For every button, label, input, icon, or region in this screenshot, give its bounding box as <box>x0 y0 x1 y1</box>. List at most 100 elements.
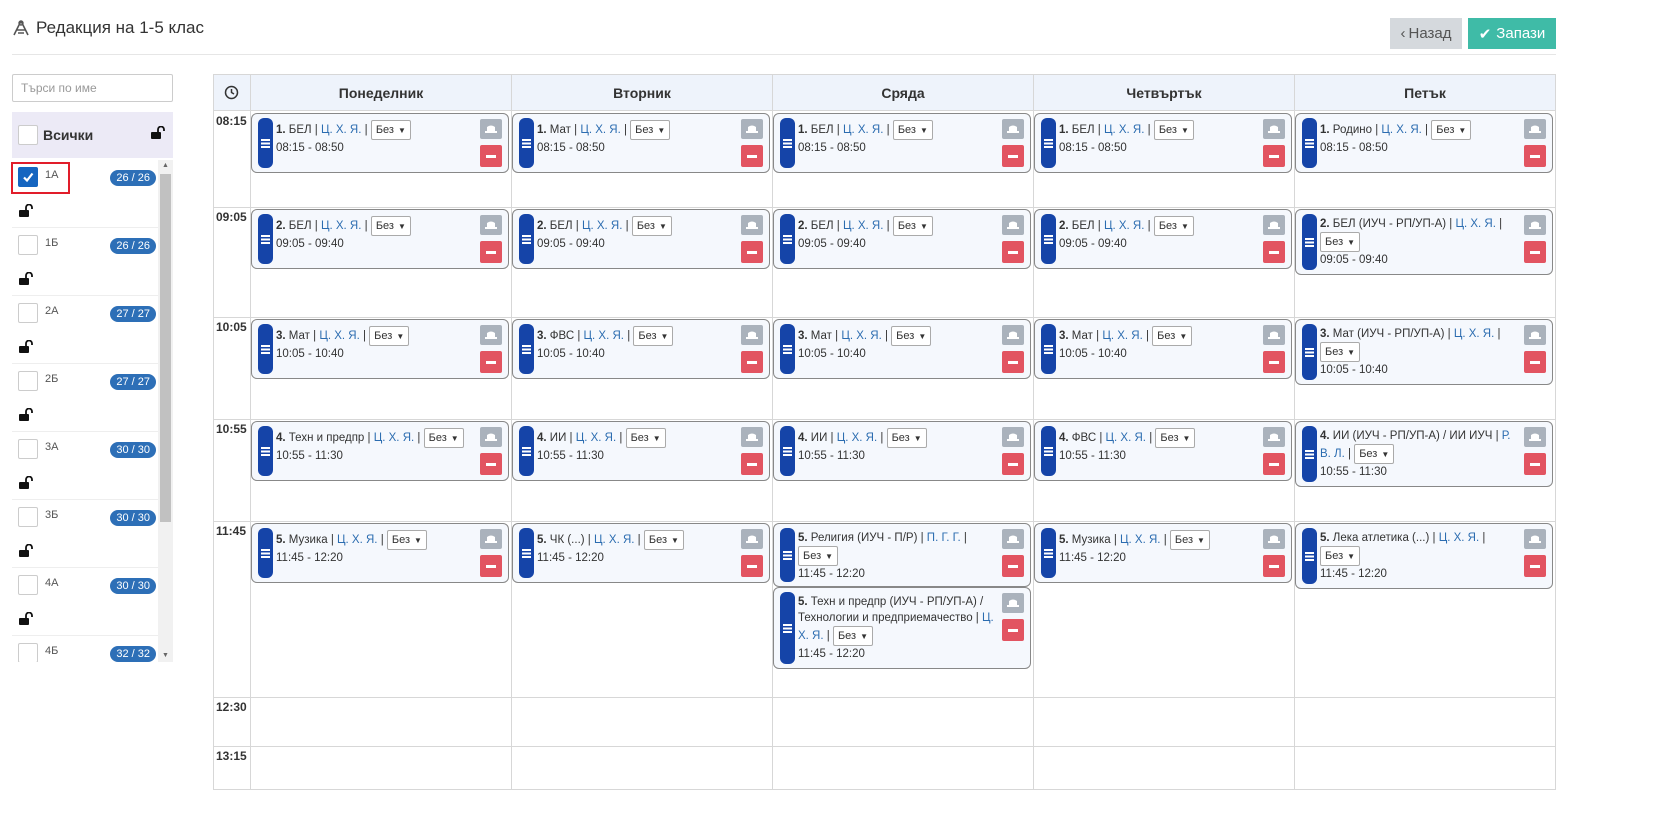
drag-handle[interactable] <box>1041 118 1056 168</box>
class-checkbox[interactable] <box>18 303 38 323</box>
teacher-hat-button[interactable] <box>741 119 763 139</box>
remove-lesson-button[interactable] <box>1263 351 1285 373</box>
lesson-card[interactable]: 3. ФВС | Ц. Х. Я. | Без ▼ 10:05 - 10:40 <box>512 319 770 379</box>
room-select[interactable]: Без ▼ <box>1431 120 1472 140</box>
teacher-hat-button[interactable] <box>480 325 502 345</box>
lesson-teacher-link[interactable]: Ц. Х. Я. <box>837 432 877 444</box>
lesson-teacher-link[interactable]: Ц. Х. Я. <box>1106 432 1146 444</box>
lesson-card[interactable]: 5. ЧК (...) | Ц. Х. Я. | Без ▼ 11:45 - 12:… <box>512 523 770 583</box>
room-select[interactable]: Без ▼ <box>643 530 684 550</box>
remove-lesson-button[interactable] <box>1002 453 1024 475</box>
remove-lesson-button[interactable] <box>1524 241 1546 263</box>
lesson-card[interactable]: 1. БЕЛ | Ц. Х. Я. | Без ▼ 08:15 - 08:50 <box>1034 113 1292 173</box>
room-select[interactable]: Без ▼ <box>633 326 674 346</box>
lesson-teacher-link[interactable]: Ц. Х. Я. <box>337 534 377 546</box>
room-select[interactable]: Без ▼ <box>1153 120 1194 140</box>
remove-lesson-button[interactable] <box>1263 453 1285 475</box>
teacher-hat-button[interactable] <box>480 427 502 447</box>
drag-handle[interactable] <box>258 426 273 476</box>
class-item[interactable]: 1Б 26 / 26 <box>12 228 158 296</box>
teacher-hat-button[interactable] <box>741 427 763 447</box>
select-all-row[interactable]: Всички <box>12 112 173 158</box>
lesson-teacher-link[interactable]: Ц. Х. Я. <box>1104 220 1144 232</box>
room-select[interactable]: Без ▼ <box>1354 444 1395 464</box>
lesson-teacher-link[interactable]: Ц. Х. Я. <box>594 534 634 546</box>
room-select[interactable]: Без ▼ <box>1320 342 1361 362</box>
lesson-card[interactable]: 1. Мат | Ц. Х. Я. | Без ▼ 08:15 - 08:50 <box>512 113 770 173</box>
teacher-hat-button[interactable] <box>1524 119 1546 139</box>
drag-handle[interactable] <box>1041 426 1056 476</box>
drag-handle[interactable] <box>780 214 795 264</box>
remove-lesson-button[interactable] <box>1002 145 1024 167</box>
teacher-hat-button[interactable] <box>480 529 502 549</box>
lesson-teacher-link[interactable]: Ц. Х. Я. <box>374 432 414 444</box>
drag-handle[interactable] <box>258 118 273 168</box>
lesson-card[interactable]: 5. Техн и предпр (ИУЧ - РП/УП-А) / Техно… <box>773 587 1031 669</box>
drag-handle[interactable] <box>519 426 534 476</box>
lesson-card[interactable]: 5. Музика | Ц. Х. Я. | Без ▼ 11:45 - 12:20 <box>1034 523 1292 583</box>
lesson-card[interactable]: 5. Музика | Ц. Х. Я. | Без ▼ 11:45 - 12:20 <box>251 523 509 583</box>
room-select[interactable]: Без ▼ <box>892 120 933 140</box>
teacher-hat-button[interactable] <box>1263 325 1285 345</box>
lesson-card[interactable]: 4. ИИ | Ц. Х. Я. | Без ▼ 10:55 - 11:30 <box>512 421 770 481</box>
room-select[interactable]: Без ▼ <box>1152 326 1193 346</box>
remove-lesson-button[interactable] <box>1002 555 1024 577</box>
unlock-icon[interactable] <box>18 203 33 217</box>
drag-handle[interactable] <box>780 528 795 582</box>
teacher-hat-button[interactable] <box>1002 427 1024 447</box>
lesson-card[interactable]: 3. Мат | Ц. Х. Я. | Без ▼ 10:05 - 10:40 <box>1034 319 1292 379</box>
drag-handle[interactable] <box>1302 528 1317 584</box>
room-select[interactable]: Без ▼ <box>1320 232 1361 252</box>
teacher-hat-button[interactable] <box>1524 215 1546 235</box>
teacher-hat-button[interactable] <box>741 529 763 549</box>
teacher-hat-button[interactable] <box>1524 325 1546 345</box>
select-all-checkbox[interactable] <box>18 125 38 145</box>
lesson-card[interactable]: 3. Мат (ИУЧ - РП/УП-А) | Ц. Х. Я. | Без ▼… <box>1295 319 1553 385</box>
back-button[interactable]: ‹ Назад <box>1390 18 1462 49</box>
teacher-hat-button[interactable] <box>1524 427 1546 447</box>
lesson-teacher-link[interactable]: Ц. Х. Я. <box>576 432 616 444</box>
class-item[interactable]: 4А 30 / 30 <box>12 568 158 636</box>
room-select[interactable]: Без ▼ <box>891 326 932 346</box>
room-select[interactable]: Без ▼ <box>423 428 464 448</box>
lesson-card[interactable]: 4. ФВС | Ц. Х. Я. | Без ▼ 10:55 - 11:30 <box>1034 421 1292 481</box>
class-checkbox[interactable] <box>18 507 38 527</box>
lesson-card[interactable]: 5. Лека атлетика (...) | Ц. Х. Я. | Без ▼… <box>1295 523 1553 589</box>
scroll-down-icon[interactable]: ▼ <box>158 650 173 662</box>
drag-handle[interactable] <box>780 426 795 476</box>
teacher-hat-button[interactable] <box>1002 119 1024 139</box>
room-select[interactable]: Без ▼ <box>1155 428 1196 448</box>
room-select[interactable]: Без ▼ <box>386 530 427 550</box>
unlock-icon[interactable] <box>18 407 33 421</box>
class-checkbox[interactable] <box>18 439 38 459</box>
lesson-teacher-link[interactable]: Ц. Х. Я. <box>1454 328 1494 340</box>
remove-lesson-button[interactable] <box>1524 145 1546 167</box>
remove-lesson-button[interactable] <box>741 351 763 373</box>
remove-lesson-button[interactable] <box>1263 145 1285 167</box>
drag-handle[interactable] <box>1302 214 1317 270</box>
class-list-scrollbar[interactable]: ▲ ▼ <box>158 160 173 662</box>
room-select[interactable]: Без ▼ <box>886 428 927 448</box>
lesson-card[interactable]: 2. БЕЛ (ИУЧ - РП/УП-А) | Ц. Х. Я. | Без ▼… <box>1295 209 1553 275</box>
drag-handle[interactable] <box>780 118 795 168</box>
remove-lesson-button[interactable] <box>480 145 502 167</box>
remove-lesson-button[interactable] <box>1263 555 1285 577</box>
teacher-hat-button[interactable] <box>741 215 763 235</box>
room-select[interactable]: Без ▼ <box>625 428 666 448</box>
teacher-hat-button[interactable] <box>1263 215 1285 235</box>
lesson-card[interactable]: 3. Мат | Ц. Х. Я. | Без ▼ 10:05 - 10:40 <box>773 319 1031 379</box>
scroll-up-icon[interactable]: ▲ <box>158 160 173 172</box>
teacher-hat-button[interactable] <box>1263 529 1285 549</box>
drag-handle[interactable] <box>780 324 795 374</box>
lesson-card[interactable]: 5. Религия (ИУЧ - П/Р) | П. Г. Г. | Без ▼… <box>773 523 1031 587</box>
remove-lesson-button[interactable] <box>1524 453 1546 475</box>
remove-lesson-button[interactable] <box>741 145 763 167</box>
lesson-card[interactable]: 4. ИИ (ИУЧ - РП/УП-А) / ИИ ИУЧ | Р. В. Л… <box>1295 421 1553 487</box>
lesson-teacher-link[interactable]: Ц. Х. Я. <box>319 330 359 342</box>
room-select[interactable]: Без ▼ <box>1153 216 1194 236</box>
lesson-card[interactable]: 2. БЕЛ | Ц. Х. Я. | Без ▼ 09:05 - 09:40 <box>1034 209 1292 269</box>
teacher-hat-button[interactable] <box>1263 427 1285 447</box>
room-select[interactable]: Без ▼ <box>631 216 672 236</box>
lesson-card[interactable]: 4. Техн и предпр | Ц. Х. Я. | Без ▼ 10:55 … <box>251 421 509 481</box>
drag-handle[interactable] <box>258 214 273 264</box>
